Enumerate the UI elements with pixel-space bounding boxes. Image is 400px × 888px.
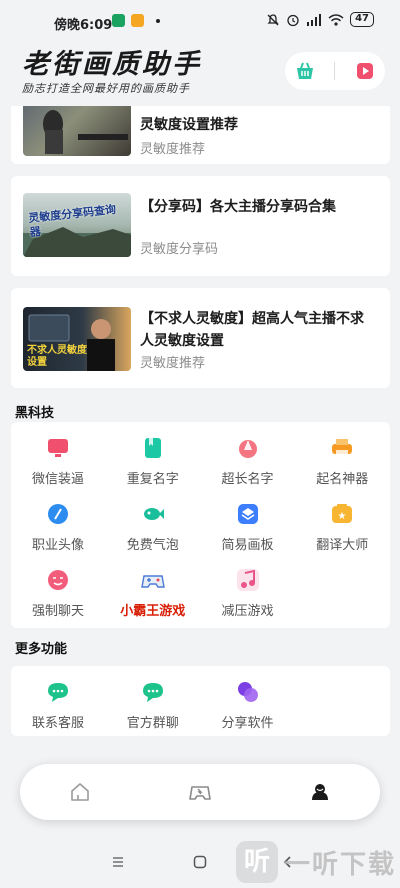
- home-nav-icon[interactable]: [192, 854, 208, 870]
- feature-chat-face[interactable]: 强制聊天: [11, 568, 105, 619]
- tab-game[interactable]: [186, 778, 214, 806]
- feature-label: 职业头像: [31, 538, 84, 553]
- watermark: 听 一听下载: [236, 836, 400, 888]
- article-thumbnail: 不求人灵敏度设置: [23, 307, 131, 371]
- watermark-text: 一听下载: [284, 849, 397, 880]
- app-header: 老街画质助手 励志打造全网最好用的画质助手: [0, 44, 400, 106]
- svg-text:★: ★: [338, 511, 347, 522]
- feature-monitor[interactable]: 微信装逼: [11, 436, 105, 487]
- home-icon: [71, 783, 89, 801]
- group-chat-icon: [141, 680, 165, 704]
- music-note-icon: [236, 568, 260, 592]
- article-thumbnail: 灵敏度分享码查询器: [23, 193, 131, 257]
- thumbnail-caption: 不求人灵敏度设置: [27, 345, 87, 368]
- feature-label: 翻译大师: [316, 538, 369, 553]
- profile-icon: [312, 784, 328, 800]
- capsule-divider: [334, 62, 336, 80]
- share-icon: [236, 680, 260, 704]
- feature-music-note[interactable]: 减压游戏: [201, 568, 295, 619]
- status-bar: 傍晚6:09 47: [0, 0, 400, 44]
- main-content[interactable]: 灵敏度设置推荐 灵敏度推荐 灵敏度分享码查询器 【分享码】各大主播分享码合集 灵…: [0, 106, 400, 738]
- black-tech-grid: 微信装逼 重复名字 超长名字 起名神器职业头像 免费气泡 简易画板 ★ 翻译大师强制聊天 小霸王…: [11, 422, 390, 628]
- feature-printer[interactable]: 起名神器: [295, 436, 389, 487]
- article-card[interactable]: 不求人灵敏度设置 【不求人灵敏度】超高人气主播不求人灵敏度设置 灵敏度推荐: [11, 288, 390, 388]
- layers-icon: [236, 502, 260, 526]
- play-icon[interactable]: [354, 60, 376, 82]
- article-title: 【不求人灵敏度】超高人气主播不求人灵敏度设置: [140, 311, 364, 349]
- feature-translate[interactable]: ★ 翻译大师: [295, 502, 389, 553]
- feature-label: 分享软件: [221, 716, 274, 731]
- article-title: 灵敏度设置推荐: [140, 117, 238, 133]
- printer-icon: [330, 436, 354, 460]
- tab-home[interactable]: [66, 778, 94, 806]
- article-tag: 灵敏度推荐: [140, 356, 206, 371]
- translate-icon: ★: [330, 502, 354, 526]
- app-title: 老街画质助手: [22, 49, 202, 80]
- status-time: 傍晚6:09: [54, 18, 113, 33]
- more-functions-grid: 联系客服 官方群聊 分享软件: [11, 666, 390, 736]
- watermark-logo: 听: [236, 841, 278, 883]
- wifi-icon: [328, 13, 344, 26]
- gamepad-icon: [140, 568, 165, 592]
- feature-label: 简易画板: [221, 538, 274, 553]
- feature-label: 微信装逼: [31, 472, 84, 487]
- basket-icon[interactable]: [294, 60, 316, 82]
- feature-pen[interactable]: 职业头像: [11, 502, 105, 553]
- section-title-more: 更多功能: [15, 642, 68, 657]
- game-controller-icon: [189, 786, 211, 800]
- battery-level: 47: [350, 12, 374, 27]
- feature-label: 超长名字: [221, 472, 274, 487]
- chat-face-icon: [46, 568, 70, 592]
- app-notification-icon: [131, 14, 144, 27]
- alarm-icon: [287, 14, 299, 26]
- tab-profile[interactable]: [306, 778, 334, 806]
- menu-nav-icon[interactable]: [110, 854, 126, 870]
- monitor-icon: [46, 436, 70, 460]
- feature-fish[interactable]: 免费气泡: [106, 502, 200, 553]
- status-notifications: [112, 14, 160, 27]
- app-subtitle: 励志打造全网最好用的画质助手: [22, 82, 190, 95]
- feature-label: 强制聊天: [31, 604, 84, 619]
- article-card[interactable]: 灵敏度分享码查询器 【分享码】各大主播分享码合集 灵敏度分享码: [11, 176, 390, 276]
- article-tag: 灵敏度分享码: [140, 242, 219, 257]
- feature-label: 联系客服: [31, 716, 84, 731]
- signal-icon: [307, 13, 322, 26]
- pen-icon: [46, 502, 70, 526]
- section-title-black-tech: 黑科技: [15, 406, 55, 421]
- article-tag: 灵敏度推荐: [140, 142, 206, 157]
- feature-cone[interactable]: 超长名字: [201, 436, 295, 487]
- header-actions: [285, 52, 385, 90]
- feature-bookmark[interactable]: 重复名字: [106, 436, 200, 487]
- cone-icon: [236, 436, 260, 460]
- bottom-tab-bar: [20, 764, 380, 820]
- feature-label: 免费气泡: [126, 538, 179, 553]
- status-system-icons: 47: [266, 12, 374, 27]
- app-notification-icon: [112, 14, 125, 27]
- feature-gamepad[interactable]: 小霸王游戏: [106, 568, 200, 619]
- feature-label: 重复名字: [126, 472, 179, 487]
- feature-label: 减压游戏: [221, 604, 274, 619]
- article-card[interactable]: 灵敏度设置推荐 灵敏度推荐: [11, 106, 390, 164]
- feature-group-chat[interactable]: 官方群聊: [106, 680, 200, 731]
- feature-label: 官方群聊: [126, 716, 179, 731]
- feature-layers[interactable]: 简易画板: [201, 502, 295, 553]
- more-notifications-icon: [156, 18, 160, 23]
- feature-share[interactable]: 分享软件: [201, 680, 295, 731]
- soldier-image: [43, 110, 128, 154]
- feature-label: 小霸王游戏: [120, 604, 186, 619]
- mute-icon: [267, 13, 279, 25]
- article-thumbnail: [23, 106, 131, 156]
- bookmark-icon: [141, 436, 165, 460]
- feature-label: 起名神器: [316, 472, 369, 487]
- fish-icon: [141, 502, 165, 526]
- feature-support-chat[interactable]: 联系客服: [11, 680, 105, 731]
- article-title: 【分享码】各大主播分享码合集: [140, 199, 336, 215]
- support-chat-icon: [46, 680, 70, 704]
